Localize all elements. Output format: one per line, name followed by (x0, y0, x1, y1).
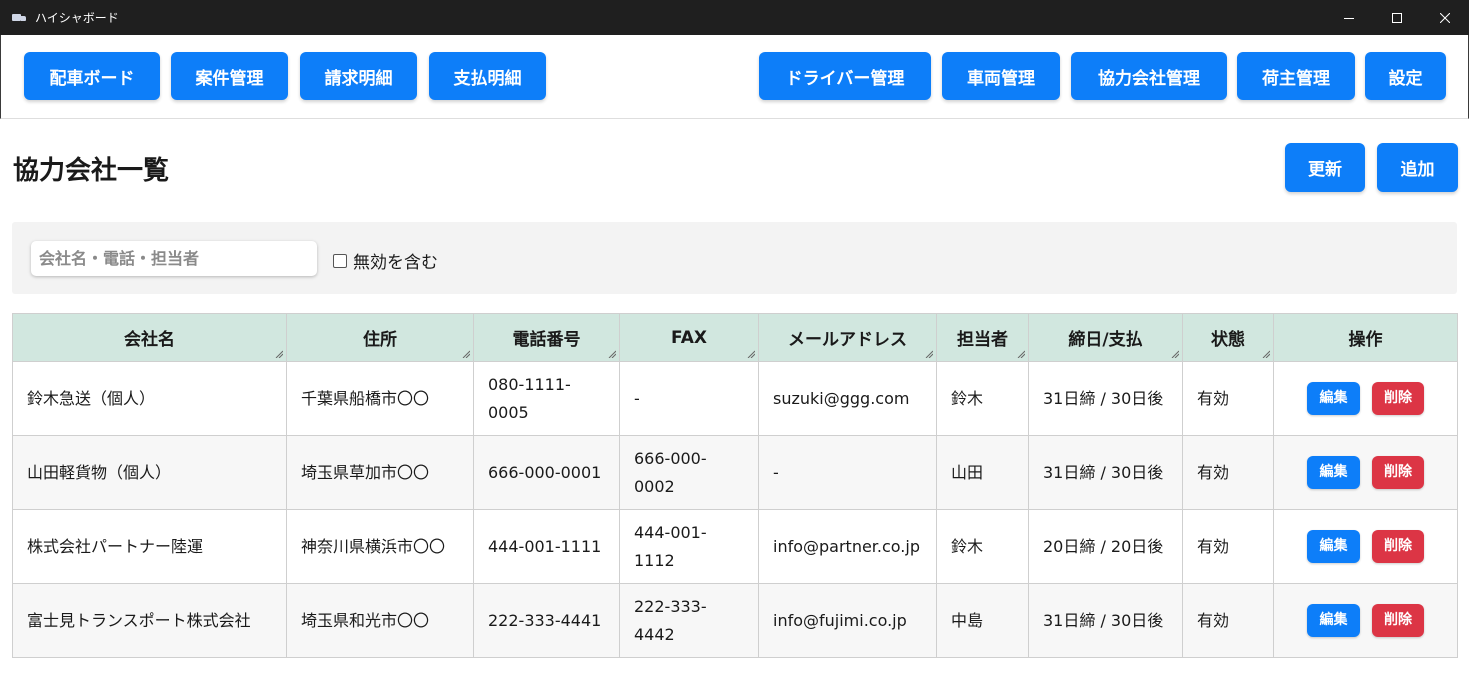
cell-contact: 中島 (936, 583, 1029, 658)
cell-fax: 666-000-0002 (619, 435, 759, 510)
cell-company: 富士見トランスポート株式会社 (12, 583, 287, 658)
partner-table: 会社名 住所 電話番号 FAX メールアドレス 担当者 締日/支払 状態 操作 … (12, 313, 1458, 658)
cell-fax: 444-001-1112 (619, 509, 759, 584)
cell-address: 埼玉県草加市〇〇 (286, 435, 474, 510)
cell-company: 株式会社パートナー陸運 (12, 509, 287, 584)
cell-actions: 編集 削除 (1273, 583, 1458, 658)
cell-actions: 編集 削除 (1273, 435, 1458, 510)
nav-dispatch-board-button[interactable]: 配車ボード (24, 52, 160, 100)
nav-billing-details-button[interactable]: 請求明細 (300, 52, 417, 100)
nav-driver-management-button[interactable]: ドライバー管理 (759, 52, 931, 100)
column-header-company[interactable]: 会社名 (12, 313, 287, 362)
window-titlebar: ハイシャボード (0, 0, 1469, 35)
column-header-status[interactable]: 状態 (1182, 313, 1274, 362)
cell-status: 有効 (1182, 435, 1274, 510)
nav-partner-management-button[interactable]: 協力会社管理 (1071, 52, 1227, 100)
include-inactive-checkbox[interactable] (333, 253, 347, 268)
cell-email: info@partner.co.jp (758, 509, 937, 584)
cell-terms: 20日締 / 20日後 (1028, 509, 1183, 584)
nav-payment-details-button[interactable]: 支払明細 (429, 52, 546, 100)
cell-phone: 222-333-4441 (473, 583, 620, 658)
edit-button[interactable]: 編集 (1307, 456, 1360, 489)
nav-case-management-button[interactable]: 案件管理 (171, 52, 288, 100)
cell-address: 神奈川県横浜市〇〇 (286, 509, 474, 584)
include-inactive-toggle[interactable]: 無効を含む (333, 248, 438, 273)
edit-button[interactable]: 編集 (1307, 604, 1360, 637)
include-inactive-label: 無効を含む (353, 253, 438, 273)
cell-email: suzuki@ggg.com (758, 361, 937, 436)
resize-grip-icon[interactable] (925, 350, 933, 358)
maximize-icon[interactable] (1373, 0, 1421, 35)
window-controls (1325, 0, 1469, 35)
edit-button[interactable]: 編集 (1307, 382, 1360, 415)
cell-phone: 666-000-0001 (473, 435, 620, 510)
resize-grip-icon[interactable] (1171, 350, 1179, 358)
resize-grip-icon[interactable] (1017, 350, 1025, 358)
filter-panel: 無効を含む (12, 222, 1457, 294)
edit-button[interactable]: 編集 (1307, 530, 1360, 563)
resize-grip-icon[interactable] (462, 350, 470, 358)
cell-phone: 080-1111-0005 (473, 361, 620, 436)
cell-company: 山田軽貨物（個人） (12, 435, 287, 510)
delete-button[interactable]: 削除 (1372, 382, 1424, 415)
close-icon[interactable] (1421, 0, 1469, 35)
cell-terms: 31日締 / 30日後 (1028, 583, 1183, 658)
nav-shipper-management-button[interactable]: 荷主管理 (1237, 52, 1355, 100)
delete-button[interactable]: 削除 (1372, 456, 1424, 489)
cell-terms: 31日締 / 30日後 (1028, 435, 1183, 510)
truck-icon (12, 13, 26, 23)
window-title: ハイシャボード (35, 11, 119, 25)
table-row[interactable]: 山田軽貨物（個人） 埼玉県草加市〇〇 666-000-0001 666-000-… (12, 435, 1458, 510)
nav-settings-button[interactable]: 設定 (1365, 52, 1446, 100)
search-input[interactable] (31, 241, 317, 276)
minimize-icon[interactable] (1325, 0, 1373, 35)
table-row[interactable]: 富士見トランスポート株式会社 埼玉県和光市〇〇 222-333-4441 222… (12, 583, 1458, 658)
resize-grip-icon[interactable] (1262, 350, 1270, 358)
cell-fax: 222-333-4442 (619, 583, 759, 658)
cell-status: 有効 (1182, 361, 1274, 436)
table-header-row: 会社名 住所 電話番号 FAX メールアドレス 担当者 締日/支払 状態 操作 (12, 313, 1458, 362)
cell-fax: - (619, 361, 759, 436)
cell-contact: 鈴木 (936, 361, 1029, 436)
cell-status: 有効 (1182, 509, 1274, 584)
column-header-email[interactable]: メールアドレス (758, 313, 937, 362)
column-header-terms[interactable]: 締日/支払 (1028, 313, 1183, 362)
table-row[interactable]: 鈴木急送（個人） 千葉県船橋市〇〇 080-1111-0005 - suzuki… (12, 361, 1458, 436)
resize-grip-icon[interactable] (747, 350, 755, 358)
refresh-button[interactable]: 更新 (1285, 143, 1365, 192)
column-header-actions: 操作 (1273, 313, 1458, 362)
resize-grip-icon[interactable] (608, 350, 616, 358)
cell-contact: 山田 (936, 435, 1029, 510)
page-title: 協力会社一覧 (13, 156, 170, 186)
cell-contact: 鈴木 (936, 509, 1029, 584)
delete-button[interactable]: 削除 (1372, 530, 1424, 563)
delete-button[interactable]: 削除 (1372, 604, 1424, 637)
column-header-contact[interactable]: 担当者 (936, 313, 1029, 362)
cell-address: 千葉県船橋市〇〇 (286, 361, 474, 436)
cell-status: 有効 (1182, 583, 1274, 658)
cell-address: 埼玉県和光市〇〇 (286, 583, 474, 658)
cell-email: info@fujimi.co.jp (758, 583, 937, 658)
cell-email: - (758, 435, 937, 510)
column-header-fax[interactable]: FAX (619, 313, 759, 362)
cell-terms: 31日締 / 30日後 (1028, 361, 1183, 436)
nav-bar: 配車ボード 案件管理 請求明細 支払明細 ドライバー管理 車両管理 協力会社管理… (0, 35, 1469, 119)
cell-company: 鈴木急送（個人） (12, 361, 287, 436)
resize-grip-icon[interactable] (275, 350, 283, 358)
table-row[interactable]: 株式会社パートナー陸運 神奈川県横浜市〇〇 444-001-1111 444-0… (12, 509, 1458, 584)
column-header-phone[interactable]: 電話番号 (473, 313, 620, 362)
column-header-address[interactable]: 住所 (286, 313, 474, 362)
add-button[interactable]: 追加 (1377, 143, 1458, 192)
cell-phone: 444-001-1111 (473, 509, 620, 584)
nav-vehicle-management-button[interactable]: 車両管理 (942, 52, 1060, 100)
cell-actions: 編集 削除 (1273, 361, 1458, 436)
cell-actions: 編集 削除 (1273, 509, 1458, 584)
